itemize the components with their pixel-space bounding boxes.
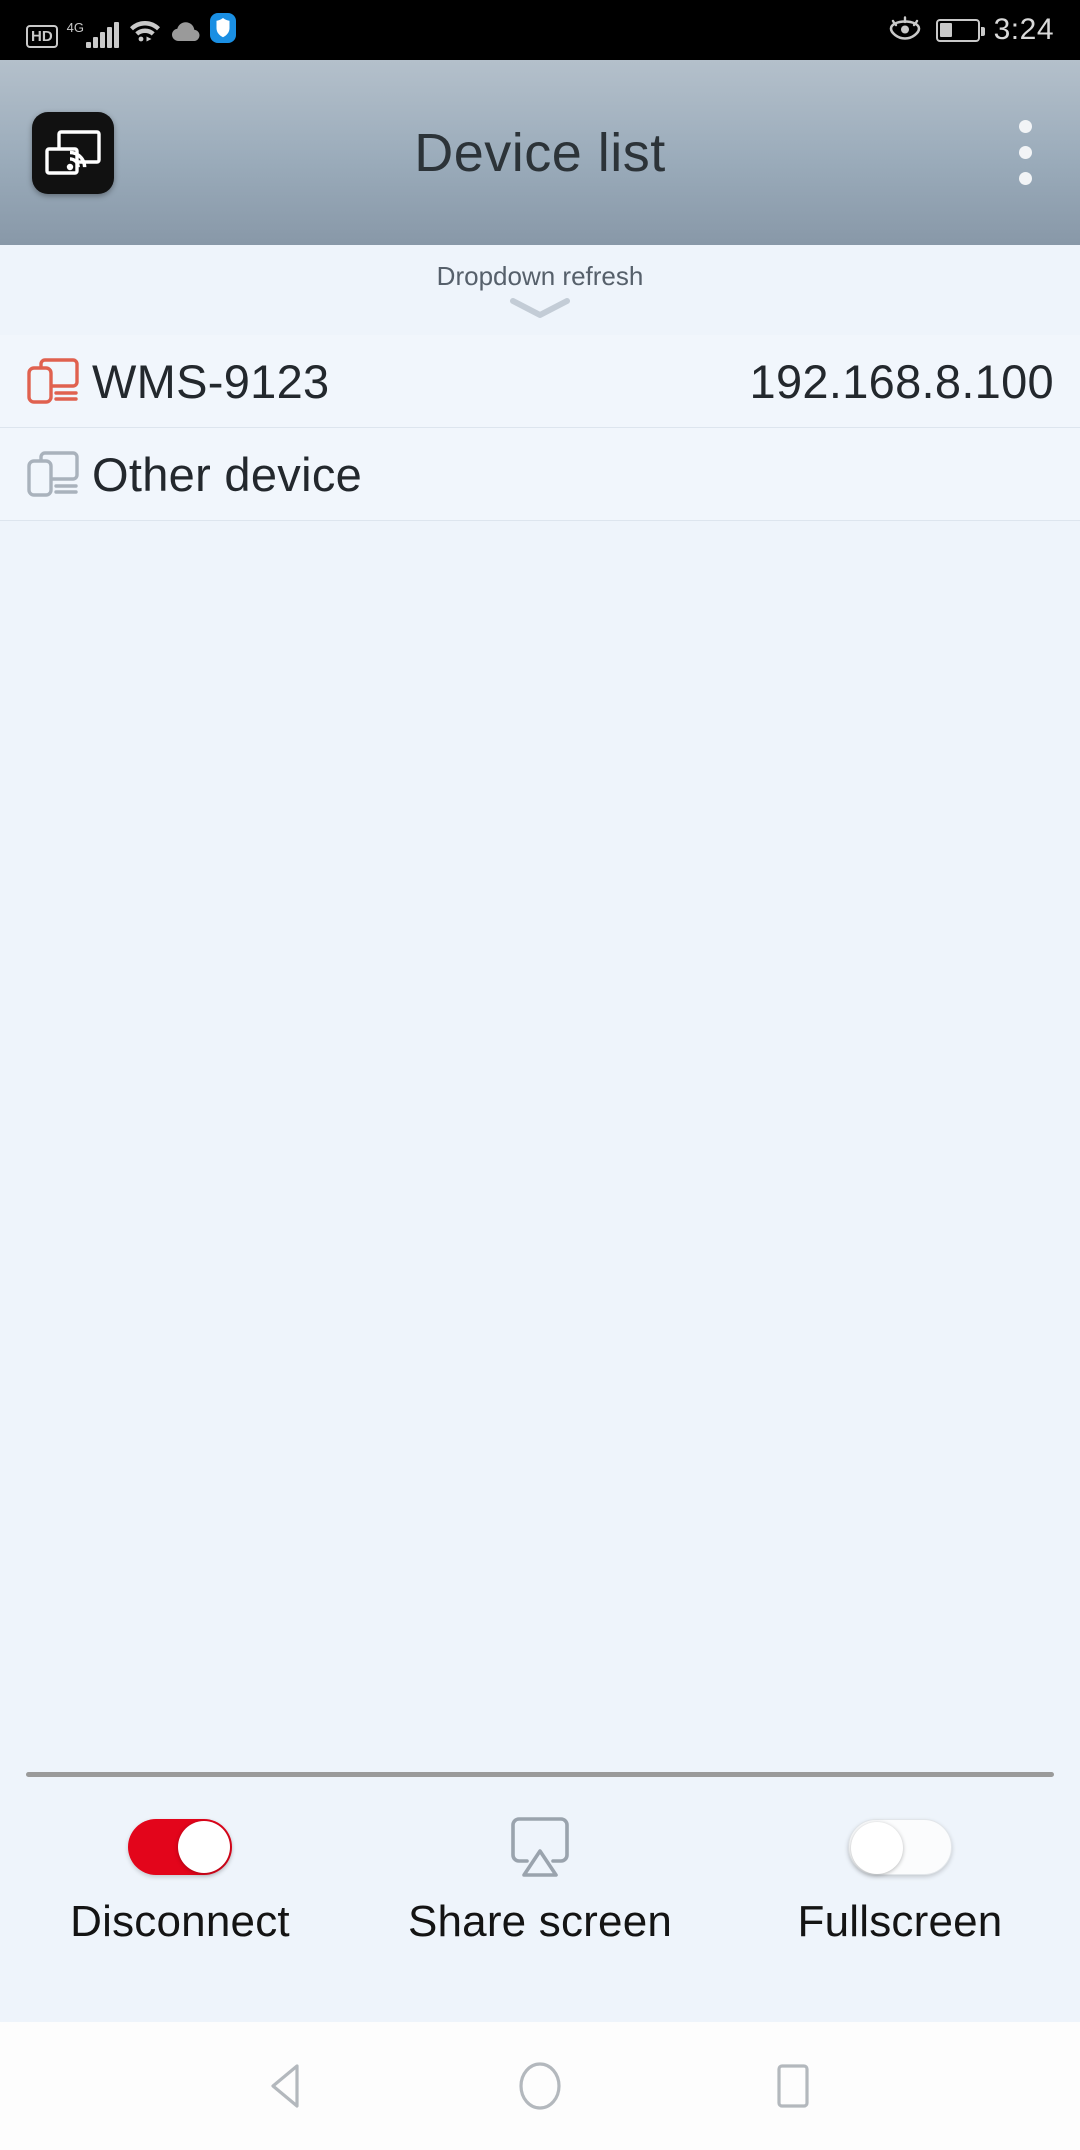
share-screen-label: Share screen bbox=[407, 1897, 673, 1946]
empty-list-area bbox=[0, 521, 1080, 1772]
fullscreen-control[interactable]: Fullscreen bbox=[720, 1819, 1080, 1947]
table-row[interactable]: Other device bbox=[0, 428, 1080, 521]
status-bar-right-icons: 3:24 bbox=[888, 13, 1054, 48]
clock-time: 3:24 bbox=[993, 13, 1054, 46]
shield-icon bbox=[209, 12, 236, 48]
cast-device-icon bbox=[26, 357, 82, 405]
app-bar: Device list bbox=[0, 60, 1080, 245]
disconnect-toggle[interactable] bbox=[128, 1819, 232, 1875]
disconnect-control[interactable]: Disconnect bbox=[0, 1819, 360, 1947]
table-row[interactable]: WMS-9123 192.168.8.100 bbox=[0, 335, 1080, 428]
mobile-signal-icon: 4G bbox=[67, 21, 119, 48]
network-type-label: 4G bbox=[66, 19, 85, 35]
battery-icon bbox=[935, 18, 985, 42]
status-bar-left-icons: HD 4G bbox=[26, 12, 236, 48]
device-name: WMS-9123 bbox=[92, 354, 330, 408]
airplay-share-icon[interactable] bbox=[505, 1817, 575, 1877]
cast-device-icon bbox=[26, 450, 82, 498]
cloud-icon bbox=[171, 19, 201, 48]
pull-to-refresh-hint[interactable]: Dropdown refresh bbox=[0, 245, 1080, 335]
dropdown-refresh-label: Dropdown refresh bbox=[436, 261, 644, 291]
home-circle-icon[interactable] bbox=[485, 2031, 595, 2141]
hd-icon: HD bbox=[26, 24, 58, 48]
device-ip-address: 192.168.8.100 bbox=[749, 354, 1054, 408]
phone-screen: HD 4G 3:24 Device list Dropdown refresh … bbox=[0, 0, 1080, 2150]
signal-bars-icon bbox=[86, 21, 119, 48]
page-title: Device list bbox=[414, 122, 666, 183]
share-screen-control[interactable]: Share screen bbox=[360, 1817, 720, 1947]
fullscreen-toggle[interactable] bbox=[848, 1819, 952, 1875]
bottom-toolbar: Disconnect Share screen Fullscreen bbox=[0, 1777, 1080, 2022]
back-triangle-icon[interactable] bbox=[232, 2031, 342, 2141]
eye-comfort-icon bbox=[888, 13, 922, 48]
device-name: Other device bbox=[92, 447, 363, 501]
wifi-icon bbox=[128, 15, 162, 48]
recents-square-icon[interactable] bbox=[738, 2031, 848, 2141]
fullscreen-label: Fullscreen bbox=[797, 1897, 1003, 1946]
more-vertical-icon[interactable] bbox=[1003, 110, 1048, 195]
chevron-down-icon bbox=[509, 296, 571, 325]
device-list: WMS-9123 192.168.8.100 Other device bbox=[0, 335, 1080, 521]
disconnect-label: Disconnect bbox=[70, 1897, 290, 1946]
status-bar: HD 4G 3:24 bbox=[0, 0, 1080, 60]
android-navigation-bar bbox=[0, 2022, 1080, 2150]
screen-cast-icon[interactable] bbox=[32, 111, 114, 194]
